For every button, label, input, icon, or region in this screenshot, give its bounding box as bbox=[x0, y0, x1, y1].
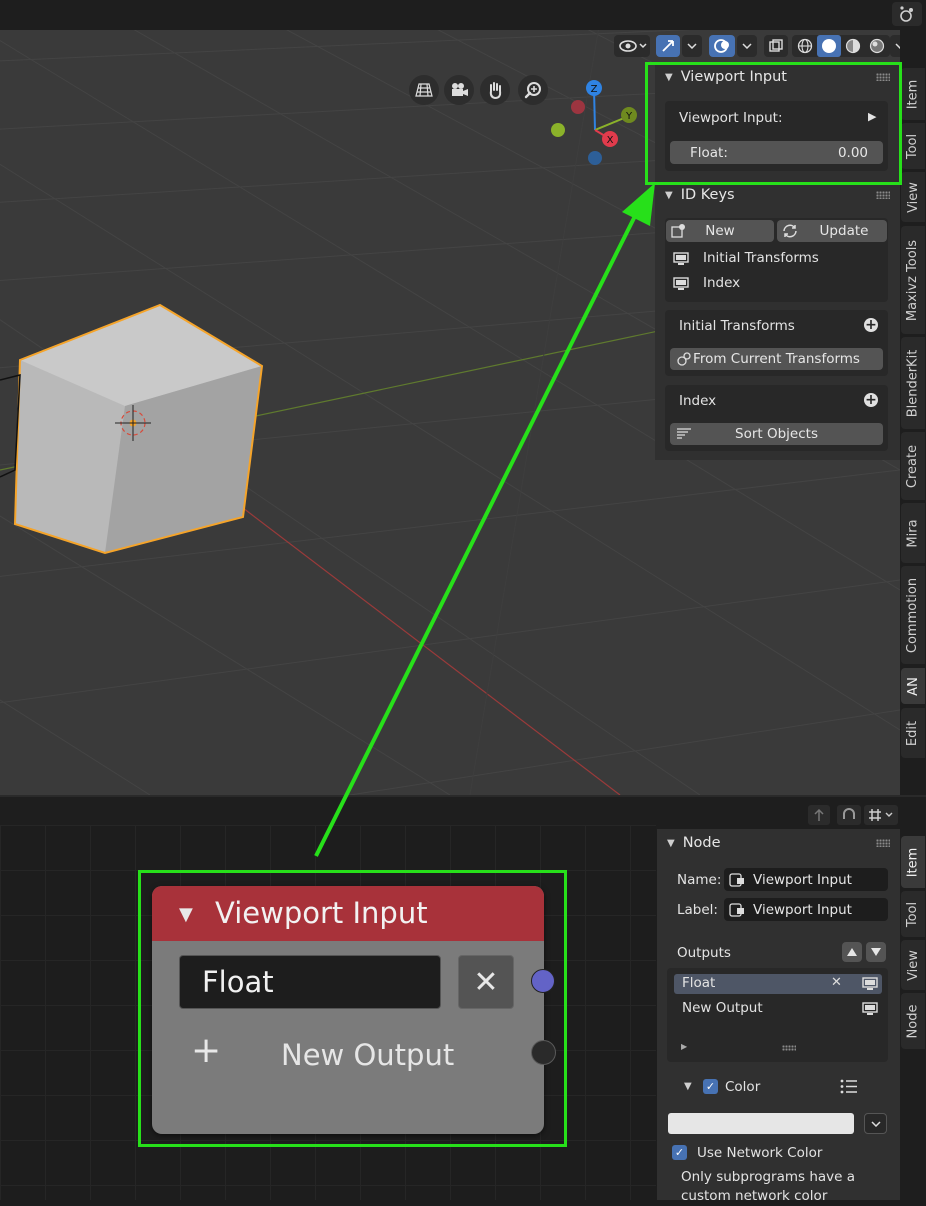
highlight-arrow bbox=[314, 183, 655, 857]
